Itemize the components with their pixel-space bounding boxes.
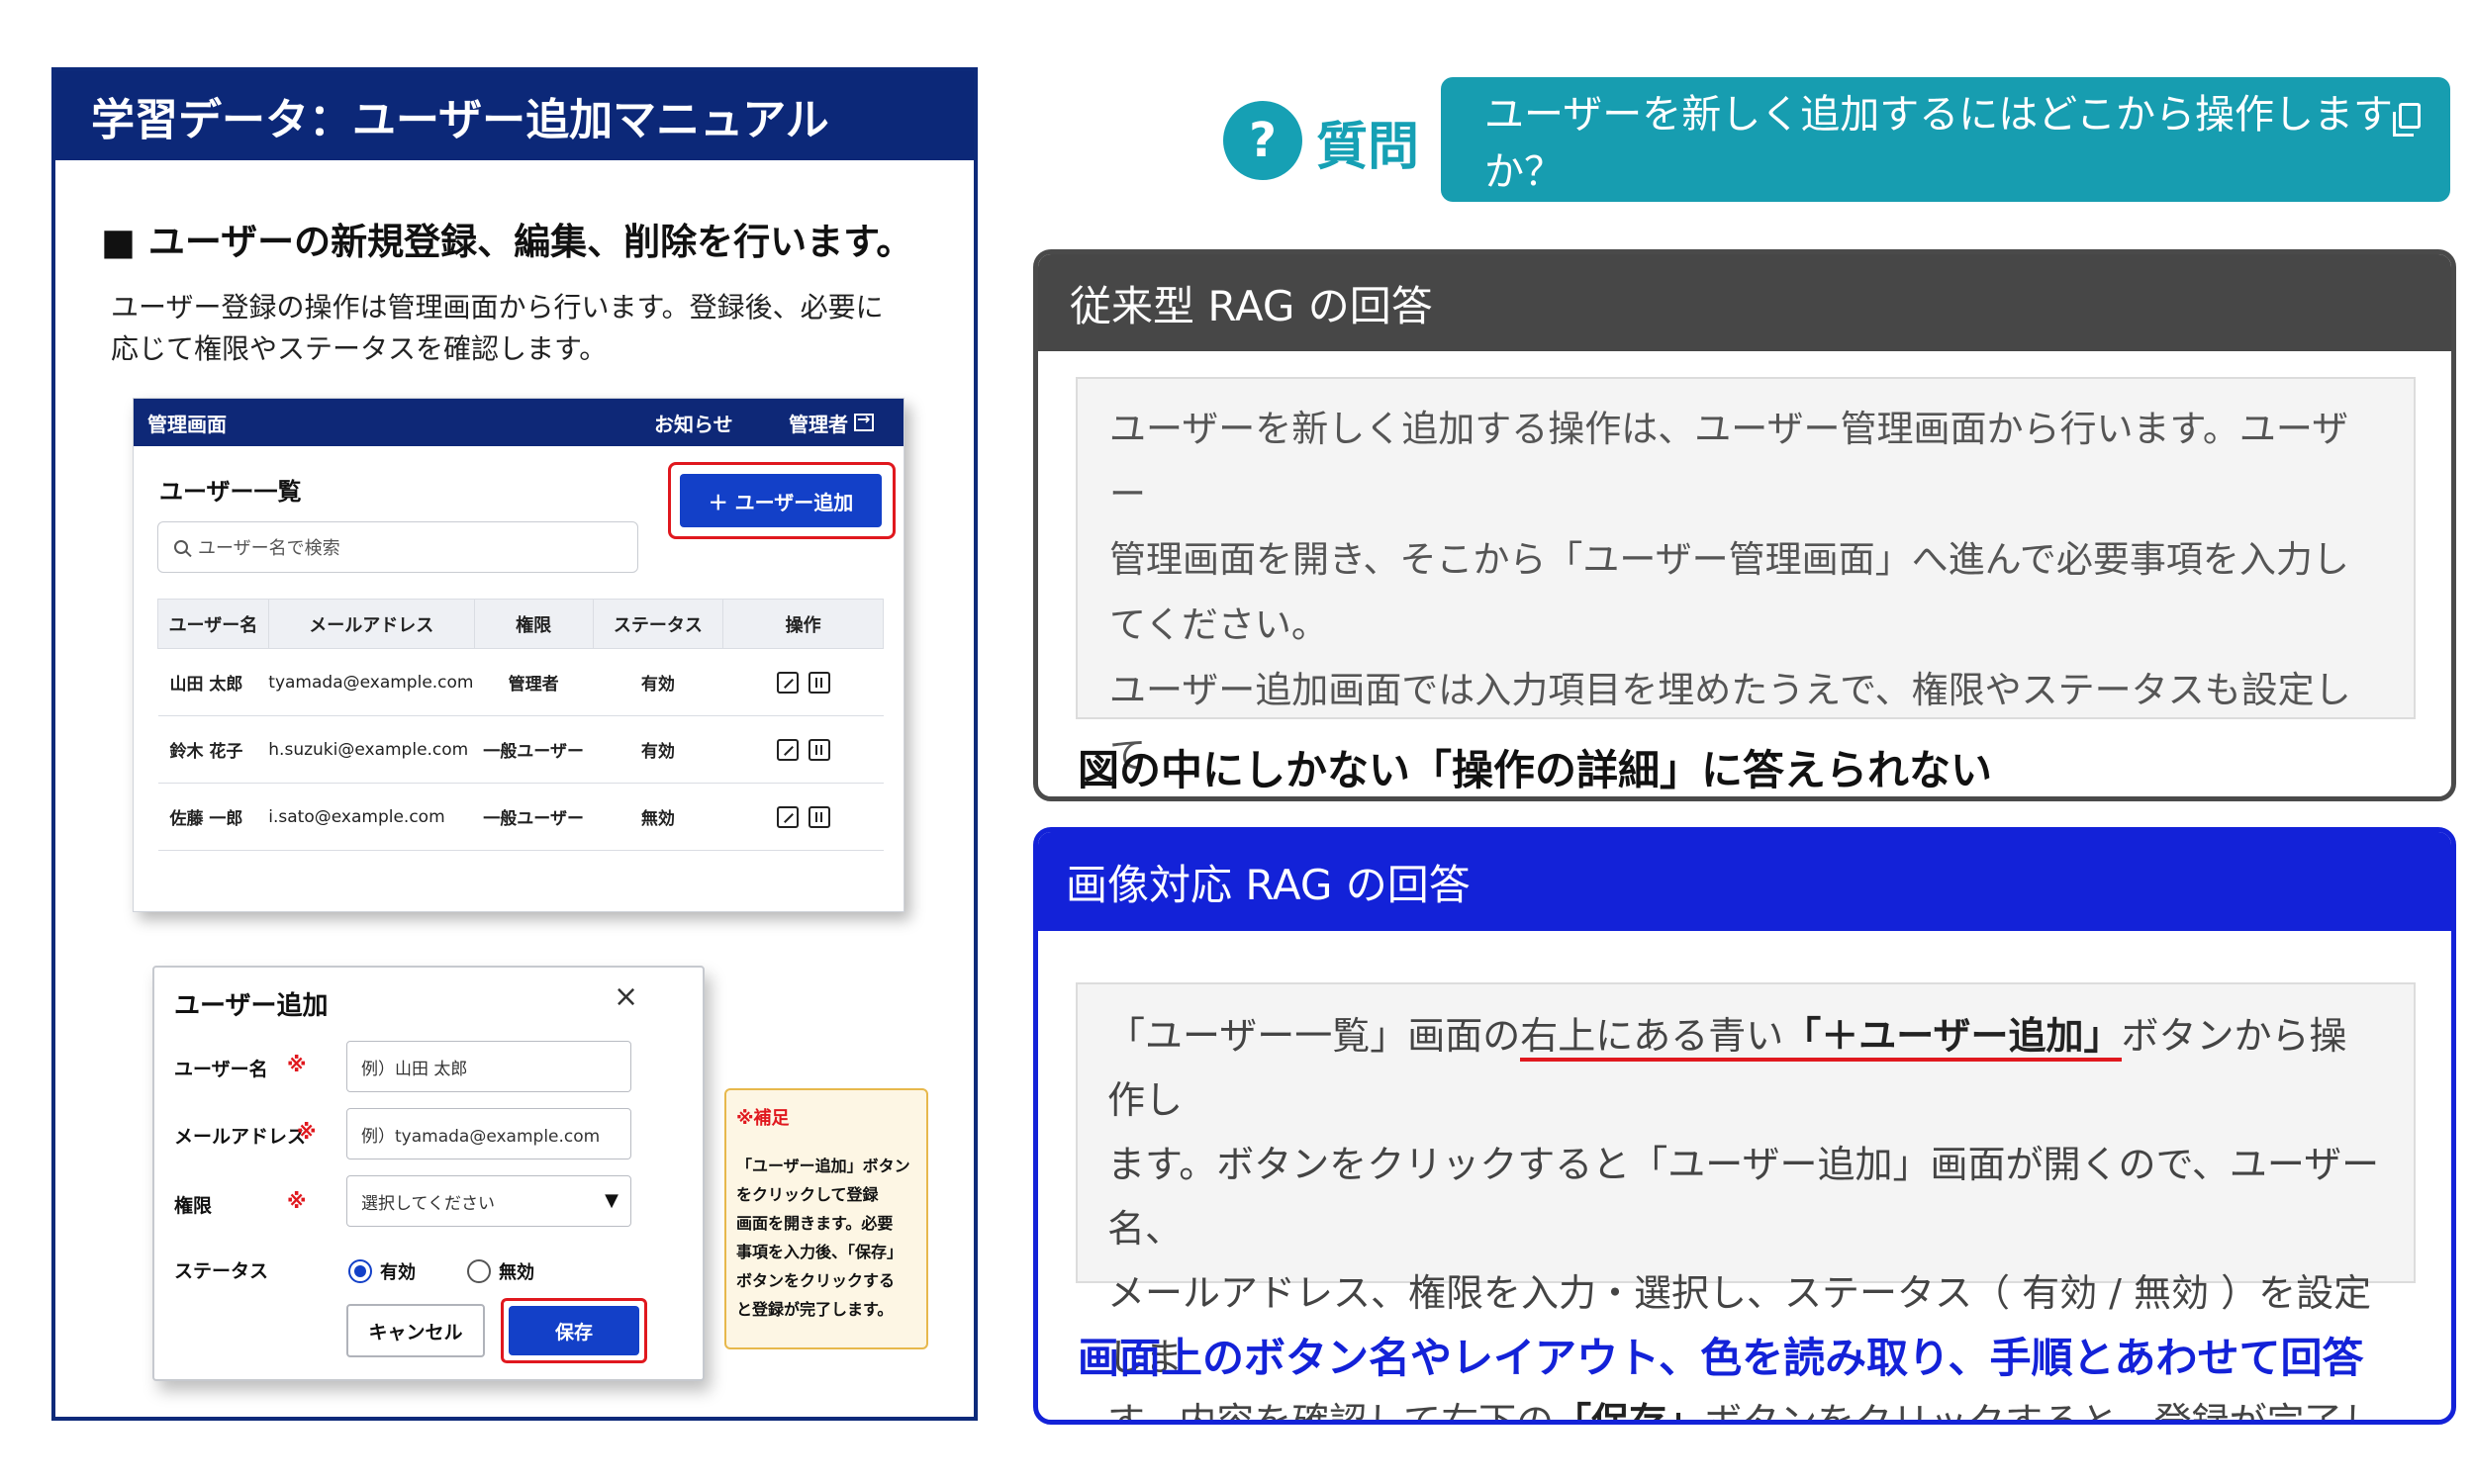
underlined-location: 右上にある青い [1520, 1014, 1784, 1062]
image-rag-verdict: 画面上のボタン名やレイアウト、色を読み取り、手順とあわせて回答 [1078, 1334, 2364, 1382]
conventional-rag-text: ユーザーを新しく追加する操作は、ユーザー管理画面から行います。ユーザー 管理画面… [1076, 377, 2416, 777]
radio-checked-icon [348, 1259, 372, 1283]
username-input[interactable]: 例）山田 太郎 [346, 1041, 631, 1092]
status-label: ステータス [174, 1260, 269, 1282]
question-text: ユーザーを新しく追加するにはどこから操作しますか？ [1484, 92, 2393, 195]
manual-title: 学習データ：ユーザー追加マニュアル [55, 71, 974, 160]
user-search-input[interactable]: ユーザー名で検索 [157, 521, 638, 573]
username-label: ユーザー名 [174, 1059, 268, 1080]
required-mark: ※ [287, 1053, 307, 1076]
copy-icon[interactable] [2393, 103, 2421, 137]
question-icon: ? [1223, 101, 1302, 180]
user-table: ユーザー名 メールアドレス 権限 ステータス 操作 山田 太郎 tyamada@… [157, 599, 884, 851]
trash-icon[interactable] [808, 671, 830, 694]
edit-icon[interactable] [776, 671, 799, 694]
add-user-button[interactable]: ＋ ユーザー追加 [680, 474, 882, 527]
admin-user-menu[interactable]: 管理者 [789, 409, 874, 437]
manual-heading: ■ ユーザーの新規登録、編集、削除を行います。 [101, 221, 913, 263]
underlined-location: 右下の [1441, 1400, 1555, 1420]
manual-panel: 学習データ：ユーザー追加マニュアル ■ ユーザーの新規登録、編集、削除を行います… [51, 67, 978, 1421]
admin-topbar: 管理画面 お知らせ 管理者 [134, 399, 904, 446]
conventional-rag-verdict: 図の中にしかない「操作の詳細」に答えられない [1078, 746, 1993, 794]
admin-bar-title: 管理画面 [147, 412, 227, 436]
conventional-rag-title: 従来型 RAG の回答 [1038, 254, 2451, 351]
col-email: メールアドレス [267, 599, 475, 649]
image-rag-answer: 画像対応 RAG の回答 「ユーザー一覧」画面の右上にある青い「＋ユーザー追加」… [1033, 827, 2456, 1425]
col-status: ステータス [592, 599, 724, 649]
col-username: ユーザー名 [157, 599, 269, 649]
save-button[interactable]: 保存 [509, 1306, 639, 1355]
col-role: 権限 [473, 599, 594, 649]
trash-icon[interactable] [808, 805, 830, 828]
cancel-button[interactable]: キャンセル [346, 1304, 485, 1357]
role-select[interactable]: 選択してください ▼ [346, 1175, 631, 1227]
user-list-title: ユーザー一覧 [159, 478, 302, 506]
image-rag-text: 「ユーザー一覧」画面の右上にある青い「＋ユーザー追加」ボタンから操作し ます。ボ… [1076, 982, 2416, 1420]
close-icon[interactable]: × [614, 979, 638, 1014]
dialog-title: ユーザー追加 [174, 991, 329, 1021]
table-row: 佐藤 一郎 i.sato@example.com 一般ユーザー 無効 [157, 783, 884, 851]
notice-link[interactable]: お知らせ [654, 409, 733, 437]
add-user-dialog: ユーザー追加 × ユーザー名 ※ 例）山田 太郎 メールアドレス ※ 例）tya… [152, 966, 705, 1381]
edit-icon[interactable] [776, 805, 799, 828]
trash-icon[interactable] [808, 738, 830, 761]
status-active-radio[interactable]: 有効 [348, 1258, 416, 1284]
email-input[interactable]: 例）tyamada@example.com [346, 1108, 631, 1159]
radio-unchecked-icon [467, 1259, 491, 1283]
note-title: ※補足 [736, 1108, 790, 1129]
underlined-button-name: 「保存」 [1554, 1400, 1705, 1420]
role-label: 権限 [174, 1195, 213, 1217]
question-bubble: ユーザーを新しく追加するにはどこから操作しますか？ [1441, 77, 2450, 202]
admin-screen-mock: 管理画面 お知らせ 管理者 ユーザー一覧 ＋ ユーザー追加 ユーザー名で検索 ユ… [133, 398, 904, 912]
required-mark: ※ [287, 1189, 307, 1213]
supplement-note: ※補足 「ユーザー追加」ボタン をクリックして登録 画面を開きます。必要 事項を… [724, 1088, 928, 1349]
question-label: 質問 [1316, 118, 1420, 177]
table-row: 山田 太郎 tyamada@example.com 管理者 有効 [157, 648, 884, 716]
table-row: 鈴木 花子 h.suzuki@example.com 一般ユーザー 有効 [157, 715, 884, 784]
dropdown-caret-icon: ▼ [605, 1190, 618, 1211]
status-inactive-radio[interactable]: 無効 [467, 1258, 534, 1284]
email-label: メールアドレス [174, 1126, 307, 1148]
underlined-button-name: 「＋ユーザー追加」 [1783, 1014, 2122, 1062]
image-rag-title: 画像対応 RAG の回答 [1038, 832, 2451, 931]
col-actions: 操作 [722, 599, 884, 649]
note-body: 「ユーザー追加」ボタン をクリックして登録 画面を開きます。必要 事項を入力後、… [736, 1157, 910, 1319]
search-icon [174, 540, 188, 554]
required-mark: ※ [297, 1120, 317, 1144]
conventional-rag-answer: 従来型 RAG の回答 ユーザーを新しく追加する操作は、ユーザー管理画面から行い… [1033, 249, 2456, 801]
logout-icon[interactable] [854, 410, 874, 431]
manual-description: ユーザー登録の操作は管理画面から行います。登録後、必要に 応じて権限やステータス… [111, 291, 884, 365]
edit-icon[interactable] [776, 738, 799, 761]
